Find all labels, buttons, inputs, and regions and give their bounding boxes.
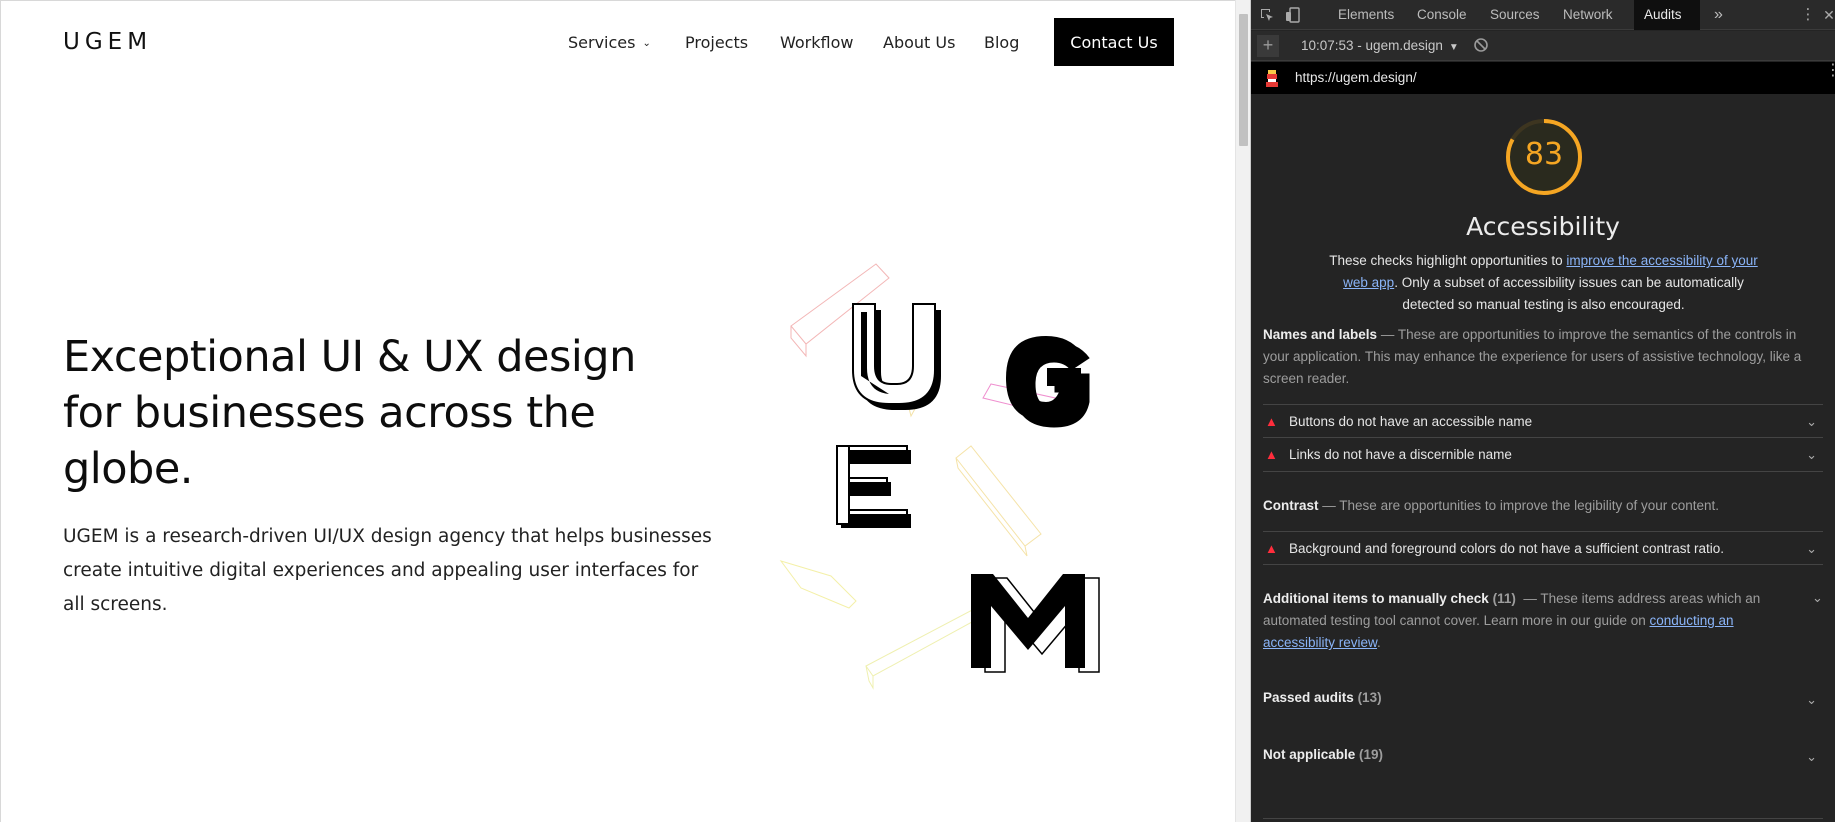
tab-sources[interactable]: Sources (1480, 0, 1550, 30)
audit-session-select[interactable]: 10:07:53 - ugem.design ▼ (1301, 38, 1459, 53)
hero-letters-illustration (779, 263, 1100, 690)
chevron-down-icon: ⌄ (642, 38, 651, 49)
close-icon[interactable]: ✕ (1820, 6, 1835, 24)
tab-console[interactable]: Console (1407, 0, 1477, 30)
chevron-down-icon: ⌄ (1806, 541, 1817, 556)
contrast-description: These are opportunities to improve the l… (1339, 498, 1720, 513)
contact-us-button[interactable]: Contact Us (1054, 18, 1174, 66)
names-labels-group-header: Names and labels — These are opportuniti… (1263, 324, 1821, 390)
passed-audits-group[interactable]: Passed audits (13) ⌄ (1263, 690, 1823, 710)
nav-about-us[interactable]: About Us (883, 33, 955, 52)
audit-url-bar: https://ugem.design/ ⋮ (1251, 62, 1835, 94)
chevron-down-icon: ⌄ (1806, 447, 1817, 462)
nav-services-label: Services (568, 33, 636, 52)
chevron-down-icon: ⌄ (1806, 692, 1817, 707)
manual-checks-title: Additional items to manually check (1263, 591, 1489, 606)
audit-session-label: 10:07:53 - ugem.design (1301, 38, 1443, 53)
website-viewport: UGEM Services ⌄ Projects Workflow About U… (0, 0, 1235, 822)
manual-checks-group[interactable]: Additional items to manually check (11) … (1263, 588, 1798, 654)
fail-triangle-icon: ▲ (1265, 414, 1278, 429)
nav-services[interactable]: Services ⌄ (568, 33, 651, 52)
new-audit-button[interactable]: + (1257, 35, 1279, 57)
letter-g-shape (1006, 336, 1090, 428)
divider (1263, 818, 1823, 819)
letter-m-shape (971, 574, 1100, 673)
category-description: These checks highlight opportunities to … (1321, 250, 1766, 316)
names-labels-title: Names and labels (1263, 327, 1378, 342)
description-text-end: . Only a subset of accessibility issues … (1394, 275, 1744, 312)
fail-triangle-icon: ▲ (1265, 541, 1278, 556)
passed-audits-count: (13) (1357, 690, 1382, 705)
tab-network[interactable]: Network (1553, 0, 1623, 30)
report-menu-icon[interactable]: ⋮ (1825, 63, 1835, 79)
more-tabs-icon[interactable]: » (1704, 0, 1733, 30)
audits-toolbar: + 10:07:53 - ugem.design ▼ (1251, 31, 1835, 61)
em-dash: — (1322, 498, 1336, 513)
chevron-down-icon: ⌄ (1806, 414, 1817, 429)
audit-label: Buttons do not have an accessible name (1289, 414, 1533, 429)
description-text-start: These checks highlight opportunities to (1329, 253, 1567, 268)
devtools-panel: Elements Console Sources Network Audits … (1251, 0, 1835, 822)
audit-label: Links do not have a discernible name (1289, 447, 1512, 462)
audit-links-name[interactable]: ▲ Links do not have a discernible name ⌄ (1263, 438, 1823, 472)
not-applicable-group[interactable]: Not applicable (19) ⌄ (1263, 747, 1823, 767)
not-applicable-count: (19) (1359, 747, 1384, 762)
nav-projects[interactable]: Projects (685, 33, 748, 52)
site-logo[interactable]: UGEM (63, 29, 152, 55)
fail-triangle-icon: ▲ (1265, 447, 1278, 462)
hero-description: UGEM is a research-driven UI/UX design a… (63, 526, 712, 615)
em-dash: — (1380, 327, 1395, 342)
scrollbar-thumb[interactable] (1239, 14, 1248, 146)
contrast-group-header: Contrast — These are opportunities to im… (1263, 495, 1821, 517)
manual-checks-period: . (1377, 635, 1381, 650)
audit-label: Background and foreground colors do not … (1289, 541, 1725, 556)
chevron-down-icon[interactable]: ⌄ (1812, 590, 1823, 606)
audit-buttons-name[interactable]: ▲ Buttons do not have an accessible name ⌄ (1263, 404, 1823, 438)
letter-u-shape (852, 303, 941, 410)
audit-color-contrast[interactable]: ▲ Background and foreground colors do not… (1263, 531, 1823, 565)
kebab-menu-icon[interactable]: ⋮ (1799, 6, 1817, 24)
passed-audits-title: Passed audits (1263, 690, 1354, 705)
nav-blog[interactable]: Blog (984, 33, 1019, 52)
lighthouse-icon (1265, 68, 1279, 93)
em-dash: — (1523, 591, 1537, 606)
tab-audits[interactable]: Audits (1634, 0, 1700, 30)
dropdown-triangle-icon: ▼ (1448, 42, 1459, 53)
page-scrollbar[interactable] (1235, 0, 1250, 822)
score-value: 83 (1524, 137, 1564, 172)
inspect-element-icon[interactable] (1258, 6, 1276, 24)
chevron-down-icon: ⌄ (1806, 749, 1817, 764)
hero-title: Exceptional UI & UX design for businesse… (63, 332, 636, 494)
category-title: Accessibility (1466, 212, 1620, 241)
letter-e-shape (836, 445, 911, 528)
manual-checks-count: (11) (1492, 591, 1516, 606)
clear-audits-icon[interactable] (1473, 37, 1489, 56)
device-toolbar-icon[interactable] (1284, 6, 1302, 24)
contrast-title: Contrast (1263, 498, 1319, 513)
devtools-tabbar: Elements Console Sources Network Audits … (1251, 0, 1835, 30)
not-applicable-title: Not applicable (1263, 747, 1356, 762)
audited-url[interactable]: https://ugem.design/ (1295, 70, 1417, 85)
nav-workflow[interactable]: Workflow (780, 33, 853, 52)
tab-elements[interactable]: Elements (1328, 0, 1404, 30)
